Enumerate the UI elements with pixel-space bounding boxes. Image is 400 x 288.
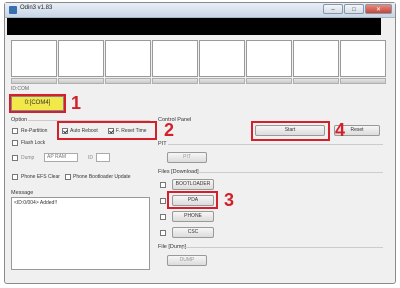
phone-efs-clear-label: Phone EFS Clear (21, 174, 60, 180)
bootloader-button[interactable]: BOOTLOADER (172, 179, 214, 190)
annotation-1: 1 (71, 93, 82, 113)
divider (168, 144, 383, 145)
progress-bar-area (7, 18, 381, 35)
slot-status-bar (105, 78, 151, 84)
highlight-box-1 (9, 94, 66, 113)
highlight-box-3 (167, 191, 218, 209)
odin-app-icon (9, 6, 17, 14)
repartition-label: Re-Partition (21, 128, 48, 134)
files-download-header: Files [Download] (158, 169, 199, 175)
divider (182, 247, 383, 248)
com-slot-2 (58, 40, 104, 77)
close-button[interactable]: ✕ (365, 4, 392, 14)
slot-status-bar (340, 78, 386, 84)
dump-id-field[interactable] (96, 153, 110, 162)
id-com-label: ID:COM (11, 86, 30, 92)
phone-checkbox[interactable] (160, 214, 166, 220)
slot-status-bar (11, 78, 57, 84)
slot-status-bar (58, 78, 104, 84)
annotation-3: 3 (224, 190, 235, 210)
highlight-box-2 (57, 121, 157, 140)
title-bar: Odin3 v1.83 – □ ✕ (5, 3, 395, 18)
dump-button[interactable]: DUMP (167, 255, 207, 266)
dump-id-label: ID (88, 155, 93, 161)
divider (198, 172, 383, 173)
com-slot-3 (105, 40, 151, 77)
pit-header: PIT (158, 141, 167, 147)
pda-checkbox[interactable] (160, 198, 166, 204)
com-slot-7 (293, 40, 339, 77)
highlight-box-4 (251, 121, 330, 141)
option-header: Option (11, 117, 28, 123)
pit-button[interactable]: PIT (167, 152, 207, 163)
com-slot-4 (152, 40, 198, 77)
dump-type-select[interactable]: AP RAM (44, 153, 78, 162)
message-header: Message (11, 190, 34, 196)
control-panel-header: Control Panel (158, 117, 192, 123)
dump-label: Dump (21, 155, 35, 161)
com-slot-5 (199, 40, 245, 77)
flash-lock-checkbox[interactable] (12, 140, 18, 146)
window-title: Odin3 v1.83 (20, 5, 53, 11)
csc-checkbox[interactable] (160, 230, 166, 236)
dump-checkbox[interactable] (12, 155, 18, 161)
phone-bootloader-update-checkbox[interactable] (65, 174, 71, 180)
com-slot-1 (11, 40, 57, 77)
phone-efs-clear-checkbox[interactable] (12, 174, 18, 180)
minimize-button[interactable]: – (323, 4, 343, 14)
slot-status-bar (246, 78, 292, 84)
annotation-4: 4 (335, 120, 346, 140)
maximize-button[interactable]: □ (344, 4, 364, 14)
com-slot-6 (246, 40, 292, 77)
message-line: <ID:0/004> Added!! (14, 200, 58, 206)
annotation-2: 2 (164, 120, 175, 140)
flash-lock-label: Flash Lock (21, 140, 46, 146)
slot-status-bar (152, 78, 198, 84)
message-log: <ID:0/004> Added!! (11, 197, 150, 270)
phone-bootloader-update-label: Phone Bootloader Update (73, 174, 131, 180)
repartition-checkbox[interactable] (12, 128, 18, 134)
slot-status-bar (199, 78, 245, 84)
phone-button[interactable]: PHONE (172, 211, 214, 222)
csc-button[interactable]: CSC (172, 227, 214, 238)
slot-status-bar (293, 78, 339, 84)
bootloader-checkbox[interactable] (160, 182, 166, 188)
com-slot-8 (340, 40, 386, 77)
